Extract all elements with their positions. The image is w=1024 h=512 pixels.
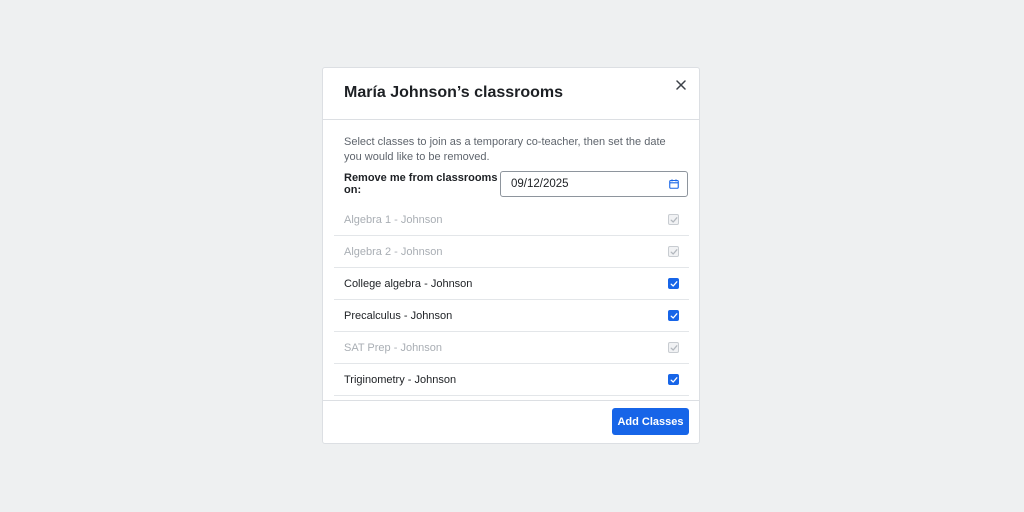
modal-header: María Johnson’s classrooms <box>323 68 699 120</box>
remove-date-row: Remove me from classrooms on: 09/12/2025 <box>344 171 689 197</box>
class-name: Precalculus - Johnson <box>344 309 453 322</box>
checkmark-icon <box>670 312 677 319</box>
remove-date-input[interactable]: 09/12/2025 <box>500 171 688 197</box>
class-row: Algebra 2 - Johnson <box>334 236 689 268</box>
class-name: SAT Prep - Johnson <box>344 341 443 354</box>
class-checkbox[interactable] <box>668 374 679 385</box>
checkmark-icon <box>670 280 677 287</box>
class-name: Triginometry - Johnson <box>344 373 457 386</box>
remove-date-label: Remove me from classrooms on: <box>344 172 498 196</box>
class-row: SAT Prep - Johnson <box>334 332 689 364</box>
class-row[interactable]: Precalculus - Johnson <box>334 300 689 332</box>
close-button[interactable] <box>672 76 690 94</box>
checkmark-icon <box>670 344 677 351</box>
checkmark-icon <box>670 376 677 383</box>
modal-description: Select classes to join as a temporary co… <box>344 136 666 163</box>
class-checkbox <box>668 246 679 257</box>
add-classes-button[interactable]: Add Classes <box>612 408 689 435</box>
calendar-icon[interactable] <box>669 179 679 189</box>
class-row[interactable]: College algebra - Johnson <box>334 268 689 300</box>
modal-body: Select classes to join as a temporary co… <box>323 135 699 396</box>
checkmark-icon <box>670 216 677 223</box>
class-list: Algebra 1 - Johnson Algebra 2 - Johnson … <box>334 204 689 396</box>
class-row[interactable]: Triginometry - Johnson <box>334 364 689 396</box>
class-row: Algebra 1 - Johnson <box>334 204 689 236</box>
classrooms-modal: María Johnson’s classrooms Select classe… <box>322 67 700 444</box>
class-name: Algebra 1 - Johnson <box>344 213 443 226</box>
class-checkbox <box>668 214 679 225</box>
class-checkbox <box>668 342 679 353</box>
close-icon <box>676 80 686 90</box>
remove-date-value: 09/12/2025 <box>511 178 569 190</box>
modal-title: María Johnson’s classrooms <box>344 84 564 101</box>
modal-footer: Add Classes <box>323 400 699 443</box>
class-checkbox[interactable] <box>668 278 679 289</box>
class-checkbox[interactable] <box>668 310 679 321</box>
class-name: Algebra 2 - Johnson <box>344 245 443 258</box>
class-name: College algebra - Johnson <box>344 277 473 290</box>
checkmark-icon <box>670 248 677 255</box>
